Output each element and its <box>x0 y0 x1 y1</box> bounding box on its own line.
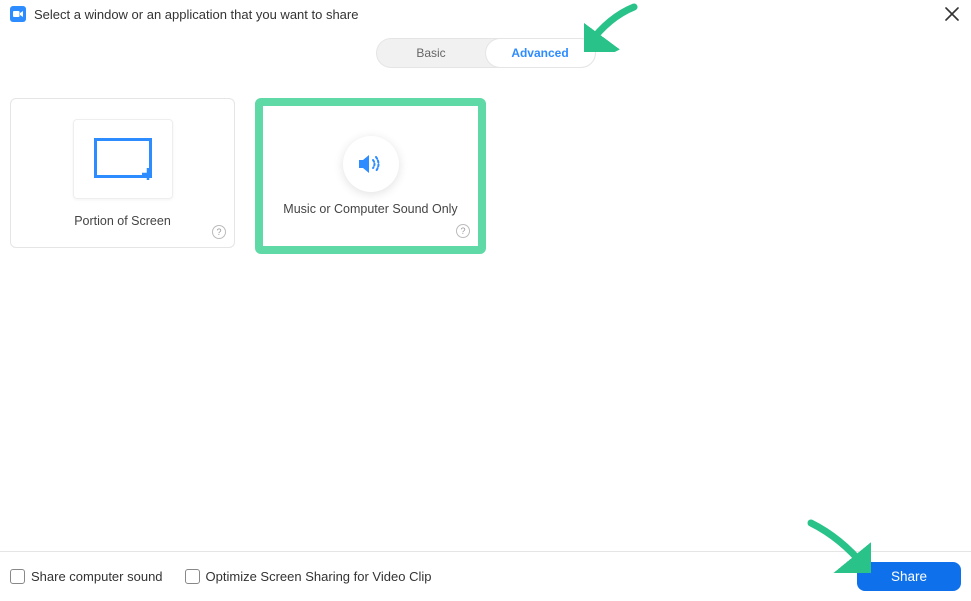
speaker-icon <box>358 153 384 175</box>
tab-basic[interactable]: Basic <box>377 39 486 67</box>
option-music-or-computer-sound[interactable]: Music or Computer Sound Only ? <box>255 98 486 254</box>
speaker-icon-circle <box>343 136 399 192</box>
option-label: Music or Computer Sound Only <box>283 202 457 216</box>
option-portion-of-screen[interactable]: Portion of Screen ? <box>10 98 235 248</box>
dialog-header: Select a window or an application that y… <box>0 0 971 28</box>
sound-thumbnail <box>343 136 399 192</box>
help-icon[interactable]: ? <box>212 225 226 239</box>
checkbox-icon <box>10 569 25 584</box>
checkbox-label: Optimize Screen Sharing for Video Clip <box>206 569 432 584</box>
share-options: Portion of Screen ? Music or Computer So… <box>0 68 971 284</box>
tab-advanced[interactable]: Advanced <box>486 39 595 67</box>
checkbox-label: Share computer sound <box>31 569 163 584</box>
checkbox-share-computer-sound[interactable]: Share computer sound <box>10 569 163 584</box>
portion-of-screen-thumbnail <box>73 119 173 199</box>
tab-group: Basic Advanced <box>376 38 596 68</box>
option-label: Portion of Screen <box>74 214 171 228</box>
dialog-footer: Share computer sound Optimize Screen Sha… <box>0 551 971 601</box>
help-icon[interactable]: ? <box>456 224 470 238</box>
zoom-logo-icon <box>10 6 26 22</box>
checkbox-optimize-video-clip[interactable]: Optimize Screen Sharing for Video Clip <box>185 569 432 584</box>
crop-rectangle-icon <box>94 138 152 180</box>
close-icon[interactable] <box>945 6 959 24</box>
share-button[interactable]: Share <box>857 562 961 591</box>
dialog-title: Select a window or an application that y… <box>34 7 358 22</box>
checkbox-icon <box>185 569 200 584</box>
